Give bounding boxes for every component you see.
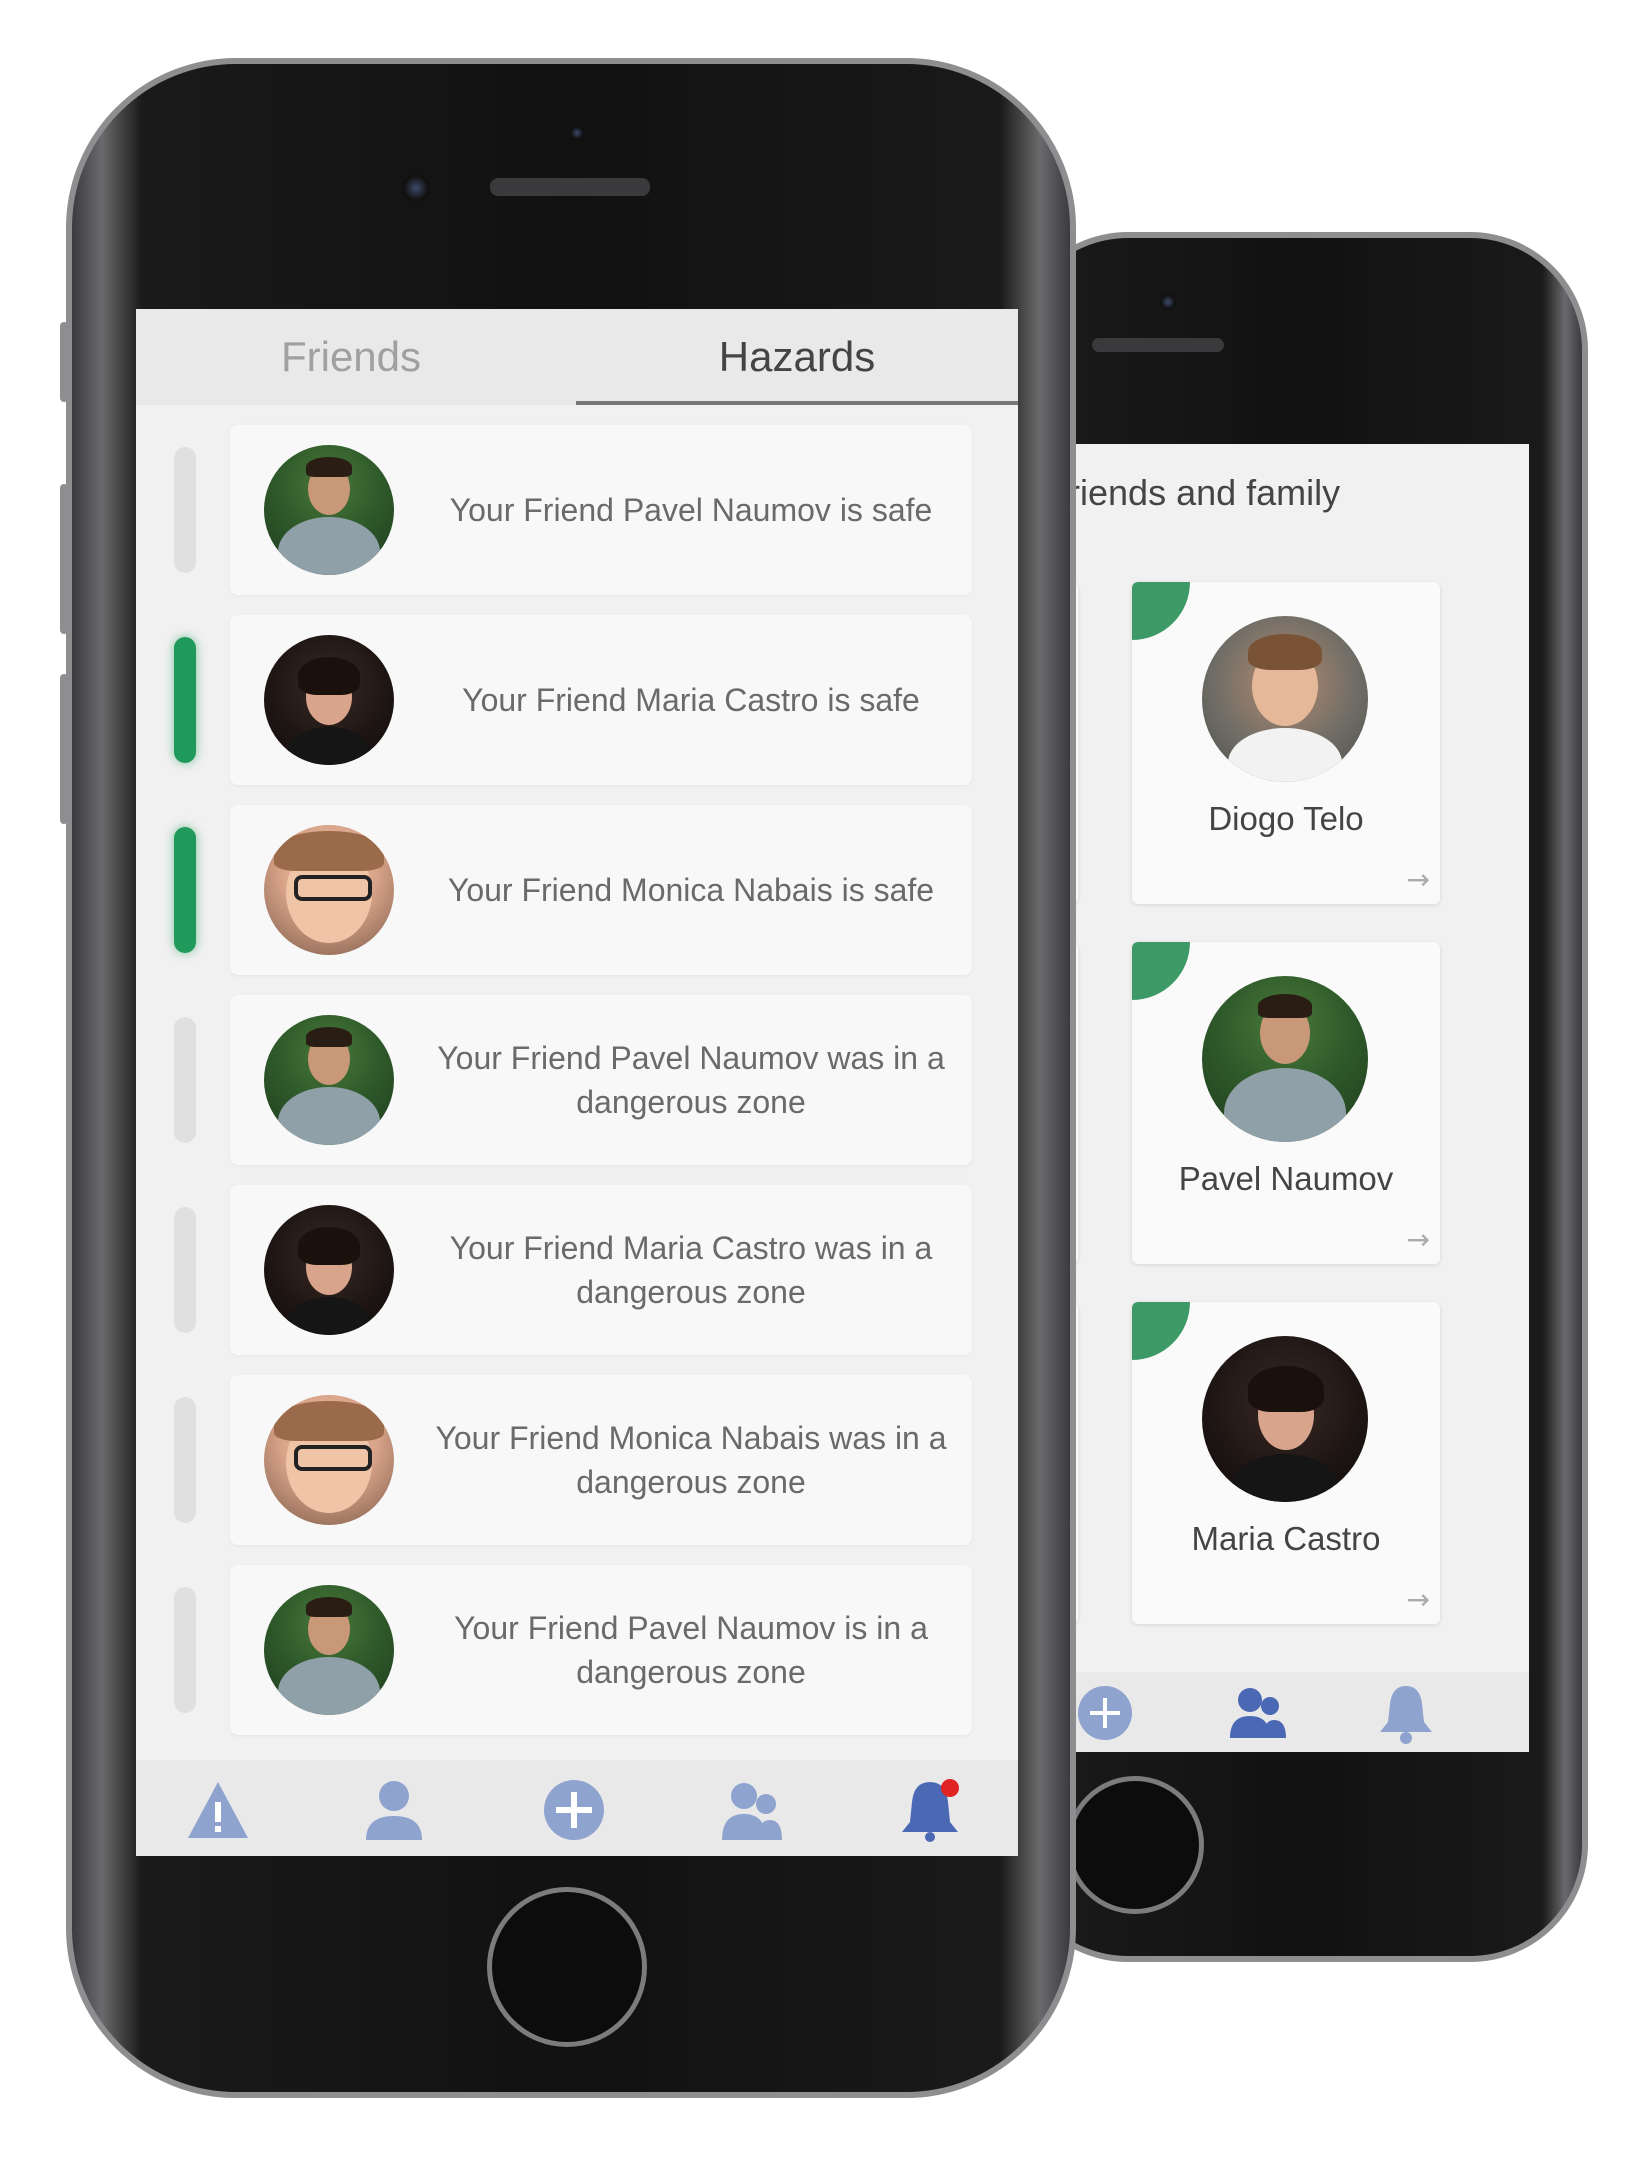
front-phone-screen: Friends Hazards Your Friend Pavel Naumov… xyxy=(136,309,1018,1856)
arrow-right-icon: → xyxy=(1406,1583,1430,1616)
notification-card: Your Friend Monica Nabais was in a dange… xyxy=(230,1375,972,1545)
notification-text: Your Friend Pavel Naumov was in a danger… xyxy=(437,1040,945,1120)
avatar xyxy=(1202,616,1368,782)
status-indicator xyxy=(174,827,196,953)
list-item[interactable]: Your Friend Monica Nabais was in a dange… xyxy=(136,1375,1018,1545)
tab-friends[interactable]: Friends xyxy=(136,309,566,405)
front-camera xyxy=(1160,294,1176,310)
status-corner-badge xyxy=(1132,582,1190,640)
add-circle-icon[interactable] xyxy=(1076,1684,1134,1742)
friend-card-diogo[interactable]: Diogo Telo → xyxy=(1132,582,1440,904)
notification-text: Your Friend Pavel Naumov is in a dangero… xyxy=(454,1610,928,1690)
friends-icon[interactable] xyxy=(720,1778,784,1842)
avatar xyxy=(264,445,394,575)
notification-card: Your Friend Maria Castro was in a danger… xyxy=(230,1185,972,1355)
user-icon[interactable] xyxy=(362,1778,426,1842)
front-phone: Friends Hazards Your Friend Pavel Naumov… xyxy=(60,58,1076,2098)
friend-name: Diogo Telo xyxy=(1208,800,1364,837)
status-indicator xyxy=(174,1587,196,1713)
avatar xyxy=(1202,976,1368,1142)
bottom-nav xyxy=(1016,1672,1529,1752)
page-title: ur friends and family xyxy=(1016,472,1529,532)
friend-card-maria[interactable]: Maria Castro → xyxy=(1132,1302,1440,1624)
notification-card: Your Friend Pavel Naumov was in a danger… xyxy=(230,995,972,1165)
avatar xyxy=(264,825,394,955)
friend-name: Maria Castro xyxy=(1191,1520,1381,1557)
hazard-warning-icon[interactable] xyxy=(186,1778,250,1842)
notification-card: Your Friend Pavel Naumov is in a dangero… xyxy=(230,1565,972,1735)
bottom-nav xyxy=(136,1760,1018,1856)
notification-card: Your Friend Pavel Naumov is safe xyxy=(230,425,972,595)
list-item[interactable]: Your Friend Pavel Naumov is in a dangero… xyxy=(136,1565,1018,1735)
avatar xyxy=(264,1205,394,1335)
front-camera xyxy=(402,174,430,202)
friend-card-pavel[interactable]: Pavel Naumov → xyxy=(1132,942,1440,1264)
tab-bar: Friends Hazards xyxy=(136,309,1018,405)
back-phone: ur friends and family s → → → Diogo Telo… xyxy=(1010,232,1588,1962)
status-indicator xyxy=(174,447,196,573)
list-item[interactable]: Your Friend Maria Castro is safe xyxy=(136,615,1018,785)
home-button[interactable] xyxy=(487,1887,647,2047)
friend-name: Pavel Naumov xyxy=(1178,1160,1394,1197)
notification-text: Your Friend Maria Castro is safe xyxy=(462,682,920,718)
active-tab-indicator xyxy=(576,401,1018,405)
list-item[interactable]: Your Friend Maria Castro was in a danger… xyxy=(136,1185,1018,1355)
proximity-sensor xyxy=(570,126,584,140)
home-button[interactable] xyxy=(1066,1776,1204,1914)
avatar xyxy=(264,635,394,765)
volume-up-button xyxy=(60,484,68,634)
list-item[interactable]: Your Friend Pavel Naumov is safe xyxy=(136,425,1018,595)
bell-icon[interactable] xyxy=(1376,1682,1436,1744)
tab-label: Friends xyxy=(280,333,422,380)
notification-text: Your Friend Maria Castro was in a danger… xyxy=(449,1230,933,1310)
back-phone-screen: ur friends and family s → → → Diogo Telo… xyxy=(1016,444,1529,1752)
earpiece-speaker xyxy=(490,178,650,196)
arrow-right-icon: → xyxy=(1406,863,1430,896)
bell-icon[interactable] xyxy=(898,1778,962,1842)
notification-card: Your Friend Monica Nabais is safe xyxy=(230,805,972,975)
status-corner-badge xyxy=(1132,942,1190,1000)
tab-hazards[interactable]: Hazards xyxy=(576,309,1018,405)
add-circle-icon[interactable] xyxy=(542,1778,606,1842)
arrow-right-icon: → xyxy=(1406,1223,1430,1256)
avatar xyxy=(264,1585,394,1715)
notification-text: Your Friend Pavel Naumov is safe xyxy=(449,492,933,528)
tab-label: Hazards xyxy=(718,333,876,380)
avatar xyxy=(1202,1336,1368,1502)
avatar xyxy=(264,1015,394,1145)
status-indicator xyxy=(174,1207,196,1333)
volume-down-button xyxy=(60,674,68,824)
status-indicator xyxy=(174,1397,196,1523)
list-item[interactable]: Your Friend Monica Nabais is safe xyxy=(136,805,1018,975)
notification-card: Your Friend Maria Castro is safe xyxy=(230,615,972,785)
mute-switch xyxy=(60,322,68,402)
status-corner-badge xyxy=(1132,1302,1190,1360)
notification-text: Your Friend Monica Nabais is safe xyxy=(447,872,935,908)
friends-icon[interactable] xyxy=(1226,1682,1288,1744)
notification-text: Your Friend Monica Nabais was in a dange… xyxy=(435,1420,947,1500)
status-indicator xyxy=(174,637,196,763)
list-item[interactable]: Your Friend Pavel Naumov was in a danger… xyxy=(136,995,1018,1165)
notification-badge xyxy=(941,1779,959,1797)
earpiece-speaker xyxy=(1092,338,1224,352)
status-indicator xyxy=(174,1017,196,1143)
avatar xyxy=(264,1395,394,1525)
